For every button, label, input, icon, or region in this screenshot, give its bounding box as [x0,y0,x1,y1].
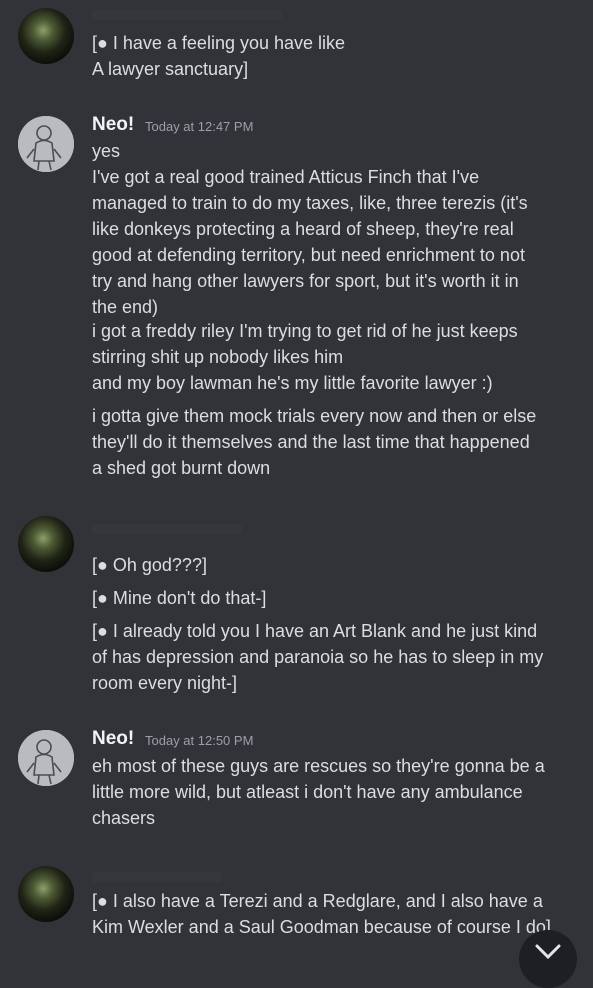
message-line: managed to train to do my taxes, like, t… [92,193,528,213]
obscured-header [92,10,282,20]
message-line: A lawyer sanctuary] [92,59,249,79]
message-line: I've got a real good trained Atticus Fin… [92,167,480,187]
message-line: good at defending territory, but need en… [92,245,525,265]
message-line: the end) [92,297,159,317]
message-line: little more wild, but atleast i don't ha… [92,782,523,802]
message-line: [● Mine don't do that-] [92,588,267,608]
message-line: room every night-] [92,673,238,693]
close-button[interactable] [519,930,577,988]
message-line: [● I have a feeling you have like [92,33,346,53]
obscured-header [92,872,222,882]
avatar[interactable] [18,866,74,922]
obscured-header [92,524,242,534]
message-line: [● Oh god???] [92,555,207,575]
timestamp: Today at 12:50 PM [145,733,254,748]
message-line: eh most of these guys are rescues so the… [92,756,545,776]
message-line: try and hang other lawyers for sport, bu… [92,271,519,291]
sketch-avatar-icon [18,730,74,786]
message-line: a shed got burnt down [92,458,271,478]
message-line: [● I already told you I have an Art Blan… [92,621,538,641]
author-name[interactable]: Neo! [92,114,134,136]
message-line: and my boy lawman he's my little favorit… [92,373,493,393]
avatar[interactable] [18,730,74,786]
message-line: [● I also have a Terezi and a Redglare, … [92,891,543,911]
message-line: i got a freddy riley I'm trying to get r… [92,321,518,341]
message-line: chasers [92,808,156,828]
avatar[interactable] [18,116,74,172]
sketch-avatar-icon [18,116,74,172]
avatar[interactable] [18,516,74,572]
message-line: stirring shit up nobody likes him [92,347,344,367]
message-line: like donkeys protecting a heard of sheep… [92,219,514,239]
author-name[interactable]: Neo! [92,728,134,750]
avatar[interactable] [18,8,74,64]
message-line: they'll do it themselves and the last ti… [92,432,530,452]
message-line: i gotta give them mock trials every now … [92,406,537,426]
timestamp: Today at 12:47 PM [145,119,254,134]
message-line: Kim Wexler and a Saul Goodman because of… [92,917,551,937]
message-line: of has depression and paranoia so he has… [92,647,544,667]
message-line: yes [92,141,121,161]
close-icon [535,944,561,960]
